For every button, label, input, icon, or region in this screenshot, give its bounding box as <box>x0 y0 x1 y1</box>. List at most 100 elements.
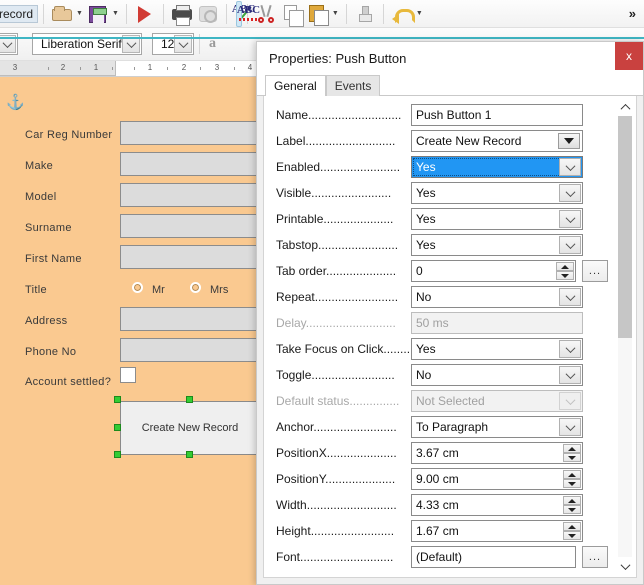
property-input-visible[interactable]: Yes <box>411 182 583 204</box>
property-input-enabled[interactable]: Yes <box>411 156 583 178</box>
bold-button[interactable]: a <box>205 31 231 57</box>
spinner-down-icon[interactable] <box>563 505 581 514</box>
input-model[interactable] <box>120 183 260 207</box>
print-button[interactable] <box>169 1 195 27</box>
spinner-up-icon[interactable] <box>563 522 581 531</box>
cut-button[interactable] <box>253 1 279 27</box>
input-car-reg[interactable] <box>120 121 260 145</box>
property-label-text: Toggle <box>276 368 312 382</box>
spinner-control[interactable] <box>563 496 581 514</box>
dot-leader: ......................... <box>311 368 395 382</box>
property-row-visible: Visible........................ Yes <box>264 180 608 206</box>
spinner-down-icon[interactable] <box>563 479 581 488</box>
spinner-down-icon[interactable] <box>556 271 574 280</box>
spinner-up-icon[interactable] <box>563 496 581 505</box>
input-phone[interactable] <box>120 338 260 362</box>
property-label-repeat: Repeat......................... <box>276 290 411 304</box>
property-input-take-focus-on-click[interactable]: Yes <box>411 338 583 360</box>
property-input-positiony[interactable]: 9.00 cm <box>411 468 583 490</box>
input-first-name[interactable] <box>120 245 260 269</box>
ruler-tick: 3 <box>214 63 220 72</box>
property-row-tabstop: Tabstop........................ Yes <box>264 232 608 258</box>
property-label-text: Height <box>276 524 311 538</box>
radio-mrs[interactable] <box>190 282 201 293</box>
property-label-positionx: PositionX..................... <box>276 446 411 460</box>
property-input-positionx[interactable]: 3.67 cm <box>411 442 583 464</box>
export-pdf-button[interactable] <box>132 1 158 27</box>
property-input-tab-order[interactable]: 0 <box>411 260 576 282</box>
radio-mr[interactable] <box>132 282 143 293</box>
input-make[interactable] <box>120 152 260 176</box>
chevron-down-icon[interactable] <box>559 340 581 358</box>
tab-general[interactable]: General <box>265 75 326 96</box>
chevron-down-icon[interactable] <box>559 418 581 436</box>
triangle-down-icon[interactable] <box>558 133 580 149</box>
close-icon[interactable]: x <box>615 42 643 70</box>
chevron-down-icon[interactable] <box>559 288 581 306</box>
dialog-scrollbar[interactable] <box>616 98 634 575</box>
property-input-repeat[interactable]: No <box>411 286 583 308</box>
chevron-down-icon[interactable] <box>559 158 581 176</box>
automatic-spell-check-button[interactable]: ABC <box>235 0 260 27</box>
tab-events[interactable]: Events <box>325 75 381 96</box>
toolbar-overflow-button[interactable]: » <box>629 6 644 21</box>
toolbar-separator <box>225 3 227 24</box>
property-input-tabstop[interactable]: Yes <box>411 234 583 256</box>
ruler-left-margin <box>0 61 116 76</box>
property-input-anchor[interactable]: To Paragraph <box>411 416 583 438</box>
spinner-down-icon[interactable] <box>563 531 581 540</box>
spinner-up-icon[interactable] <box>556 262 574 271</box>
chevron-down-icon[interactable]: ▼ <box>112 10 119 17</box>
input-address[interactable] <box>120 307 260 331</box>
chevron-down-icon[interactable] <box>559 366 581 384</box>
spinner-control[interactable] <box>563 470 581 488</box>
open-button[interactable]: ▼ <box>49 1 85 27</box>
chevron-down-icon[interactable]: ▼ <box>76 10 83 17</box>
property-label-text: Enabled <box>276 160 321 174</box>
save-button[interactable]: ▼ <box>85 1 121 27</box>
scroll-down-icon[interactable] <box>616 557 634 575</box>
property-value-text: 3.67 cm <box>416 446 459 460</box>
spinner-control[interactable] <box>563 522 581 540</box>
resize-handle-bottom-left[interactable] <box>114 451 121 458</box>
input-surname[interactable] <box>120 214 260 238</box>
dot-leader: ......................... <box>314 290 399 304</box>
spinner-down-icon[interactable] <box>563 453 581 462</box>
chevron-down-icon[interactable]: ▼ <box>416 10 423 17</box>
resize-handle-middle-left[interactable] <box>114 424 121 431</box>
browse-ellipsis-button-tab-order[interactable]: ... <box>582 260 608 282</box>
chevron-down-icon[interactable] <box>559 210 581 228</box>
spinner-control[interactable] <box>563 444 581 462</box>
spinner-up-icon[interactable] <box>563 444 581 453</box>
spinner-up-icon[interactable] <box>563 470 581 479</box>
checkbox-account-settled[interactable] <box>120 367 136 383</box>
chevron-down-icon[interactable] <box>559 184 581 202</box>
spinner-control[interactable] <box>556 262 574 280</box>
print-preview-button[interactable] <box>195 1 221 27</box>
property-row-printable: Printable..................... Yes <box>264 206 608 232</box>
property-label-text: Tab order <box>276 264 327 278</box>
resize-handle-top-left[interactable] <box>114 396 121 403</box>
property-input-width[interactable]: 4.33 cm <box>411 494 583 516</box>
scrollbar-thumb[interactable] <box>618 116 632 338</box>
browse-ellipsis-button-font[interactable]: ... <box>582 546 608 568</box>
resize-handle-top-center[interactable] <box>186 396 193 403</box>
undo-button[interactable]: ▼ <box>389 1 425 27</box>
chevron-down-icon[interactable] <box>559 236 581 254</box>
property-input-toggle[interactable]: No <box>411 364 583 386</box>
copy-button[interactable] <box>279 1 305 27</box>
property-value-text: 1.67 cm <box>416 524 459 538</box>
clone-formatting-button[interactable] <box>352 1 378 27</box>
property-input-height[interactable]: 1.67 cm <box>411 520 583 542</box>
property-input-label[interactable]: Create New Record <box>411 130 583 152</box>
resize-handle-bottom-center[interactable] <box>186 451 193 458</box>
property-input-printable[interactable]: Yes <box>411 208 583 230</box>
scroll-up-icon[interactable] <box>616 98 634 116</box>
property-input-name[interactable]: Push Button 1 <box>411 104 583 126</box>
property-input-font[interactable]: (Default) <box>411 546 576 568</box>
push-button-create-new-record[interactable]: Create New Record <box>120 401 260 455</box>
chevron-down-icon[interactable]: ▼ <box>332 10 339 17</box>
paste-button[interactable]: ▼ <box>305 1 341 27</box>
dot-leader: ........................ <box>311 186 392 200</box>
dialog-titlebar[interactable]: Properties: Push Button x <box>257 42 643 74</box>
